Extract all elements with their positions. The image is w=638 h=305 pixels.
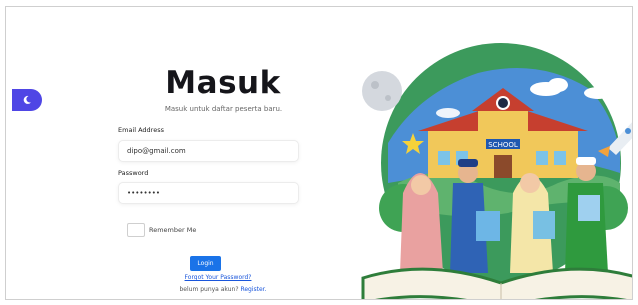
register-link[interactable]: Register. <box>240 286 266 293</box>
page-frame: Masuk Masuk untuk daftar peserta baru. E… <box>5 6 633 300</box>
forgot-password-link[interactable]: Forgot Your Password? <box>168 274 268 281</box>
password-label: Password <box>118 169 149 177</box>
email-label: Email Address <box>118 126 164 134</box>
password-field[interactable] <box>118 182 299 204</box>
register-row: belum punya akun? Register. <box>158 286 288 293</box>
school-illustration-art: SCHOOL <box>361 43 632 299</box>
moon <box>362 71 402 111</box>
school-sign: SCHOOL <box>488 141 518 149</box>
login-button[interactable]: Login <box>190 256 221 271</box>
moon-icon <box>23 95 31 104</box>
page-subtitle: Masuk untuk daftar peserta baru. <box>164 105 283 113</box>
register-prompt: belum punya akun? <box>179 286 239 293</box>
remember-me-label: Remember Me <box>149 226 197 234</box>
theme-toggle-button[interactable] <box>12 89 42 111</box>
cloud <box>584 87 612 99</box>
page-title: Masuk <box>165 65 281 101</box>
email-field[interactable] <box>118 140 299 162</box>
remember-me-checkbox[interactable] <box>127 223 145 237</box>
school-illustration: SCHOOL <box>358 33 632 299</box>
